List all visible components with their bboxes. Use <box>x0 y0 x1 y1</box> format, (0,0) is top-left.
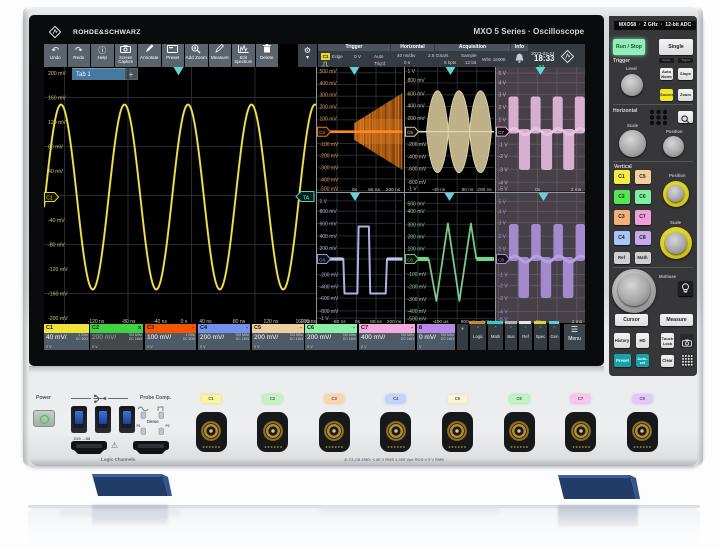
svg-text:100 mV: 100 mV <box>407 246 425 252</box>
svg-text:4 V: 4 V <box>498 81 506 87</box>
svg-text:-4 V: -4 V <box>498 180 508 186</box>
svg-text:160 mV: 160 mV <box>48 96 66 102</box>
svg-text:1 V: 1 V <box>498 117 506 123</box>
svg-text:-40 ns: -40 ns <box>153 319 167 323</box>
svg-text:40 ns: 40 ns <box>199 319 212 323</box>
svg-text:400 mV: 400 mV <box>407 104 425 110</box>
svg-text:600 mV: 600 mV <box>320 221 338 227</box>
svg-text:80 ns: 80 ns <box>370 319 382 324</box>
svg-text:-600 mV: -600 mV <box>320 296 340 302</box>
svg-text:200 ns: 200 ns <box>301 319 316 323</box>
svg-text:-3 V: -3 V <box>498 295 508 301</box>
svg-text:40 mV: 40 mV <box>48 169 64 175</box>
svg-text:C1: C1 <box>46 196 53 202</box>
svg-text:P2: P2 <box>166 424 170 428</box>
svg-text:-160 mV: -160 mV <box>48 292 68 298</box>
svg-text:-400 mV: -400 mV <box>407 308 427 314</box>
svg-text:-600 mV: -600 mV <box>407 167 427 173</box>
svg-text:4 V: 4 V <box>498 209 506 215</box>
svg-text:200 mV: 200 mV <box>407 234 425 240</box>
svg-text:500 mV: 500 mV <box>320 69 338 75</box>
svg-text:400 mV: 400 mV <box>407 209 425 215</box>
svg-text:0 s: 0 s <box>181 319 188 323</box>
svg-text:200 mV: 200 mV <box>48 71 66 77</box>
svg-text:-3 V: -3 V <box>498 167 508 173</box>
svg-text:5 V: 5 V <box>498 71 506 77</box>
svg-text:2 V: 2 V <box>498 105 506 111</box>
svg-text:-400 mV: -400 mV <box>407 154 427 160</box>
svg-text:120 mV: 120 mV <box>48 120 66 126</box>
svg-text:-200 mV: -200 mV <box>320 272 340 278</box>
svg-text:-300 mV: -300 mV <box>407 296 427 302</box>
svg-text:-500 mV: -500 mV <box>407 316 427 322</box>
svg-text:0s: 0s <box>355 319 361 324</box>
svg-text:200 mV: 200 mV <box>320 105 338 111</box>
svg-text:-80 ns: -80 ns <box>332 319 346 324</box>
svg-text:1 V: 1 V <box>320 198 328 204</box>
svg-text:-1 V: -1 V <box>498 272 508 278</box>
svg-text:-400 mV: -400 mV <box>320 177 340 183</box>
svg-text:1 V: 1 V <box>407 69 415 75</box>
svg-text:100 mV: 100 mV <box>320 116 338 122</box>
svg-text:500 mV: 500 mV <box>407 201 425 207</box>
svg-text:3 V: 3 V <box>498 93 506 99</box>
svg-text:-200 mV: -200 mV <box>407 284 427 290</box>
svg-text:-80 mV: -80 mV <box>48 243 65 249</box>
svg-text:TA: TA <box>303 195 310 201</box>
svg-text:-120 mV: -120 mV <box>48 267 68 273</box>
svg-text:-2 V: -2 V <box>498 154 508 160</box>
svg-text:800 mV: 800 mV <box>320 209 338 215</box>
svg-text:2 V: 2 V <box>498 234 506 240</box>
svg-text:-4 V: -4 V <box>498 309 508 315</box>
svg-text:80 mV: 80 mV <box>48 145 64 151</box>
svg-text:300 mV: 300 mV <box>320 93 338 99</box>
svg-text:-200 mV: -200 mV <box>407 142 427 148</box>
svg-text:-200 mV: -200 mV <box>48 316 68 322</box>
svg-text:-1 V: -1 V <box>320 316 330 322</box>
svg-text:C7: C7 <box>498 130 504 135</box>
svg-text:2 ms: 2 ms <box>571 319 582 324</box>
svg-text:1 V: 1 V <box>498 246 506 252</box>
svg-text:-400 µs: -400 µs <box>432 319 449 324</box>
svg-text:-2 V: -2 V <box>498 283 508 289</box>
svg-text:-40 mV: -40 mV <box>48 218 65 224</box>
svg-text:C8: C8 <box>498 257 504 262</box>
svg-text:300 mV: 300 mV <box>407 222 425 228</box>
svg-text:80 ns: 80 ns <box>233 319 246 323</box>
svg-text:C3: C3 <box>319 130 325 135</box>
svg-text:C5: C5 <box>407 130 413 135</box>
svg-text:C4: C4 <box>319 257 325 262</box>
svg-text:-120 ns: -120 ns <box>88 319 105 323</box>
svg-text:200 mV: 200 mV <box>407 116 425 122</box>
svg-text:800 mV: 800 mV <box>407 78 425 84</box>
svg-text:3 V: 3 V <box>498 220 506 226</box>
svg-text:5 V: 5 V <box>498 199 506 205</box>
svg-text:-80 ns: -80 ns <box>122 319 136 323</box>
svg-text:600 mV: 600 mV <box>407 91 425 97</box>
svg-text:400 mV: 400 mV <box>320 81 338 87</box>
svg-text:-800 mV: -800 mV <box>320 308 340 314</box>
svg-text:-100 mV: -100 mV <box>320 142 340 148</box>
svg-text:-800 mV: -800 mV <box>407 180 427 186</box>
svg-text:200 ns: 200 ns <box>387 319 402 324</box>
svg-text:200 mV: 200 mV <box>320 246 338 252</box>
svg-text:-400 mV: -400 mV <box>320 284 340 290</box>
svg-text:-200 mV: -200 mV <box>320 154 340 160</box>
svg-text:-300 mV: -300 mV <box>320 166 340 172</box>
svg-text:120 ns: 120 ns <box>263 319 279 323</box>
svg-text:P1: P1 <box>137 424 141 428</box>
svg-text:400 mV: 400 mV <box>320 233 338 239</box>
svg-text:-1 V: -1 V <box>498 142 508 148</box>
svg-text:C6: C6 <box>407 257 413 262</box>
svg-text:-100 mV: -100 mV <box>407 271 427 277</box>
